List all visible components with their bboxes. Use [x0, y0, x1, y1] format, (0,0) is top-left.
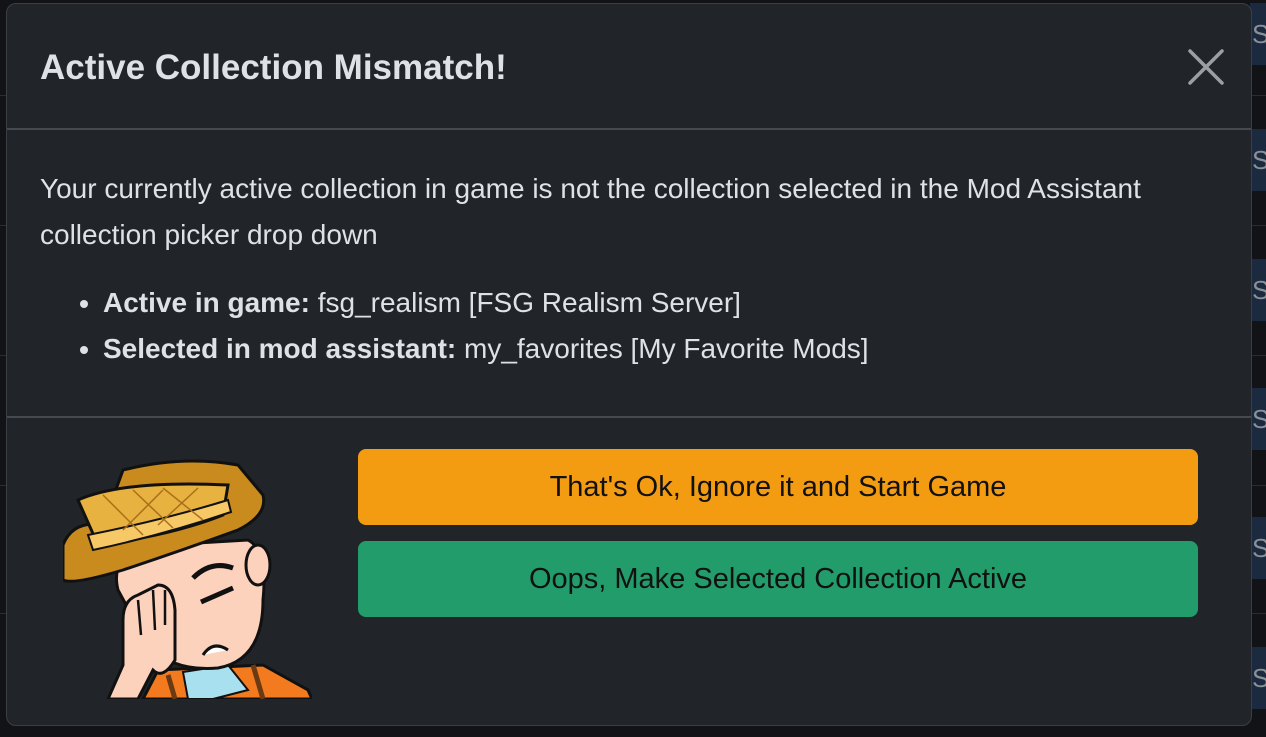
- make-selected-collection-active-button[interactable]: Oops, Make Selected Collection Active: [358, 541, 1198, 617]
- ignore-and-start-game-button[interactable]: That's Ok, Ignore it and Start Game: [358, 449, 1198, 525]
- item-label: Selected in mod assistant:: [103, 333, 457, 364]
- item-label: Active in game:: [103, 287, 310, 318]
- bg-cell-text: Sa: [1252, 533, 1266, 563]
- close-icon[interactable]: [1187, 48, 1225, 86]
- bg-cell: Sa: [1250, 3, 1266, 65]
- bg-cell: Sa: [1250, 647, 1266, 709]
- bg-cell: Sa: [1250, 388, 1266, 450]
- mismatch-message: Your currently active collection in game…: [40, 173, 1141, 250]
- facepalm-farmer-image: [63, 459, 312, 699]
- modal-footer: That's Ok, Ignore it and Start Game Oops…: [7, 418, 1251, 728]
- collection-details-list: Active in game: fsg_realism [FSG Realism…: [40, 280, 869, 372]
- bg-cell-text: Sa: [1252, 275, 1266, 305]
- bg-cell-text: Sa: [1252, 404, 1266, 434]
- bg-cell: Sa: [1250, 517, 1266, 579]
- modal-body: Your currently active collection in game…: [7, 130, 1251, 418]
- modal-header: Active Collection Mismatch!: [7, 4, 1251, 130]
- modal-title: Active Collection Mismatch!: [40, 48, 507, 87]
- bg-cell-text: Sa: [1252, 663, 1266, 693]
- selected-in-assistant-item: Selected in mod assistant: my_favorites …: [103, 326, 869, 372]
- collection-mismatch-modal: Active Collection Mismatch! Your current…: [6, 3, 1252, 726]
- bg-cell-text: Sa: [1252, 145, 1266, 175]
- bg-cell: Sa: [1250, 259, 1266, 321]
- item-value: fsg_realism [FSG Realism Server]: [317, 287, 741, 318]
- active-in-game-item: Active in game: fsg_realism [FSG Realism…: [103, 280, 869, 326]
- bg-cell-text: Sa: [1252, 19, 1266, 49]
- item-value: my_favorites [My Favorite Mods]: [464, 333, 869, 364]
- bg-cell: Sa: [1250, 129, 1266, 191]
